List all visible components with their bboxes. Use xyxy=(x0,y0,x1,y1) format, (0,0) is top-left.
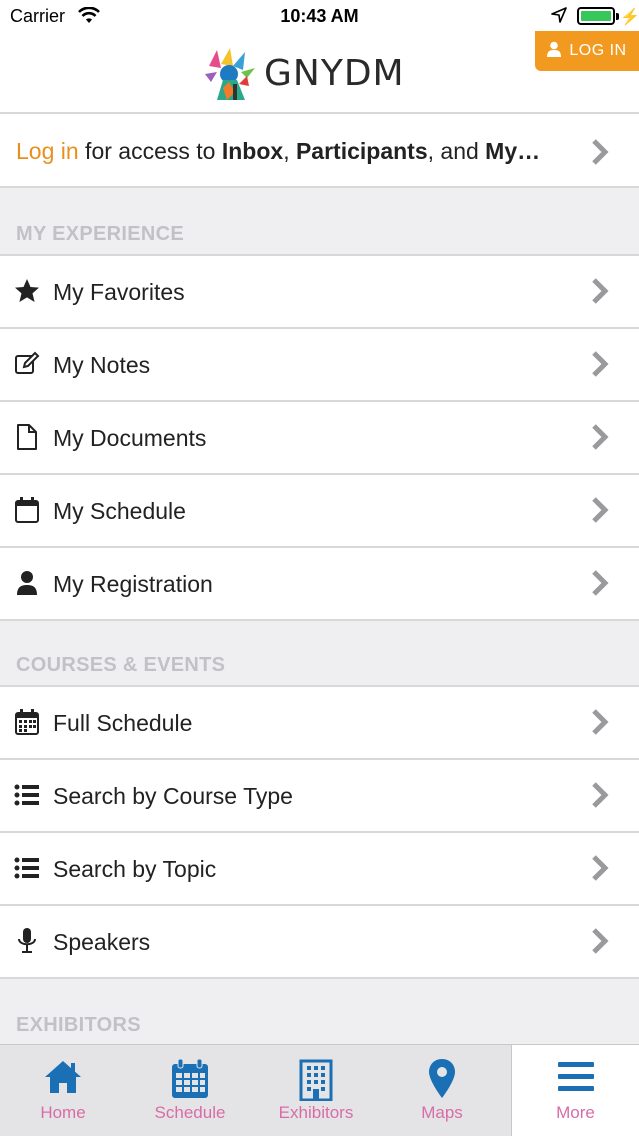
building-icon xyxy=(253,1059,379,1101)
tab-maps[interactable]: Maps xyxy=(379,1045,505,1136)
document-icon xyxy=(14,424,40,450)
banner-participants: Participants xyxy=(295,138,428,164)
login-link[interactable]: Log in xyxy=(16,138,79,164)
tab-label: More xyxy=(556,1103,595,1122)
list-icon xyxy=(14,855,40,881)
menu-item-label: Search by Topic xyxy=(53,856,217,882)
tab-home[interactable]: Home xyxy=(0,1045,126,1136)
section-header-my-experience: MY EXPERIENCE xyxy=(0,188,639,256)
tab-label: Maps xyxy=(421,1103,463,1122)
map-pin-icon xyxy=(379,1059,505,1101)
section-header-courses-events: COURSES & EVENTS xyxy=(0,621,639,687)
menu-item-label: My Notes xyxy=(53,352,151,378)
clock: 10:43 AM xyxy=(280,6,359,26)
tab-more[interactable]: More xyxy=(511,1045,639,1136)
statue-of-liberty-logo xyxy=(203,46,257,100)
chevron-right-icon xyxy=(591,569,609,597)
menu-item-my-favorites[interactable]: My Favorites xyxy=(0,256,639,329)
tab-label: Schedule xyxy=(154,1103,226,1122)
section-title: COURSES & EVENTS xyxy=(16,654,226,676)
menu-item-my-documents[interactable]: My Documents xyxy=(0,402,639,475)
star-icon xyxy=(14,278,40,304)
menu-icon xyxy=(512,1059,639,1101)
chevron-right-icon xyxy=(591,423,609,451)
menu-item-my-notes[interactable]: My Notes xyxy=(0,329,639,402)
app-header: GNYDM LOG IN xyxy=(0,31,639,114)
user-icon xyxy=(547,41,562,62)
menu-item-search-by-course-type[interactable]: Search by Course Type xyxy=(0,760,639,833)
calendar-icon xyxy=(14,497,40,523)
menu-item-full-schedule[interactable]: Full Schedule xyxy=(0,687,639,760)
menu-item-label: My Schedule xyxy=(53,498,186,524)
location-arrow-icon xyxy=(551,7,567,28)
calendar-grid-icon xyxy=(14,709,40,735)
bottom-tab-bar: Home Schedule Exhibitors Maps More xyxy=(0,1044,639,1136)
tab-schedule[interactable]: Schedule xyxy=(127,1045,253,1136)
menu-item-label: My Favorites xyxy=(53,279,185,305)
chevron-right-icon xyxy=(591,781,609,809)
menu-item-speakers[interactable]: Speakers xyxy=(0,906,639,979)
home-icon xyxy=(0,1059,126,1101)
menu-item-label: Full Schedule xyxy=(53,710,193,736)
microphone-icon xyxy=(14,928,40,954)
menu-item-label: My Documents xyxy=(53,425,207,451)
banner-text-part: for access to xyxy=(78,138,222,164)
menu-item-label: Speakers xyxy=(53,929,151,955)
menu-item-label: Search by Course Type xyxy=(53,783,293,809)
tab-label: Home xyxy=(40,1103,86,1122)
section-header-exhibitors: EXHIBITORS xyxy=(0,979,639,1045)
tab-exhibitors[interactable]: Exhibitors xyxy=(253,1045,379,1136)
section-title: EXHIBITORS xyxy=(16,1014,141,1036)
chevron-right-icon xyxy=(591,927,609,955)
login-button-label: LOG IN xyxy=(569,42,627,59)
battery-icon xyxy=(577,7,615,25)
user-icon xyxy=(14,570,40,596)
menu-item-my-schedule[interactable]: My Schedule xyxy=(0,475,639,548)
tab-label: Exhibitors xyxy=(278,1103,354,1122)
banner-comma: , xyxy=(283,138,296,164)
battery-cap xyxy=(616,13,619,20)
section-title: MY EXPERIENCE xyxy=(16,223,185,245)
chevron-right-icon xyxy=(591,496,609,524)
login-button[interactable]: LOG IN xyxy=(535,31,639,71)
banner-and: , and xyxy=(427,138,486,164)
menu-item-label: My Registration xyxy=(53,571,213,597)
menu-item-my-registration[interactable]: My Registration xyxy=(0,548,639,621)
banner-inbox: Inbox xyxy=(221,138,284,164)
chevron-right-icon xyxy=(591,708,609,736)
chevron-right-icon xyxy=(591,350,609,378)
login-banner-text: Log in for access to Inbox, Participants… xyxy=(16,138,540,165)
login-banner[interactable]: Log in for access to Inbox, Participants… xyxy=(0,116,639,188)
chevron-right-icon xyxy=(591,854,609,882)
list-icon xyxy=(14,782,40,808)
brand-title: GNYDM xyxy=(264,53,405,94)
chevron-right-icon xyxy=(591,138,609,166)
menu-item-search-by-topic[interactable]: Search by Topic xyxy=(0,833,639,906)
chevron-right-icon xyxy=(591,277,609,305)
banner-my: My… xyxy=(485,138,541,164)
status-bar: Carrier 10:43 AM ⚡ xyxy=(0,0,639,34)
edit-icon xyxy=(14,351,40,377)
calendar-icon xyxy=(127,1059,253,1101)
charging-icon: ⚡ xyxy=(620,9,639,26)
